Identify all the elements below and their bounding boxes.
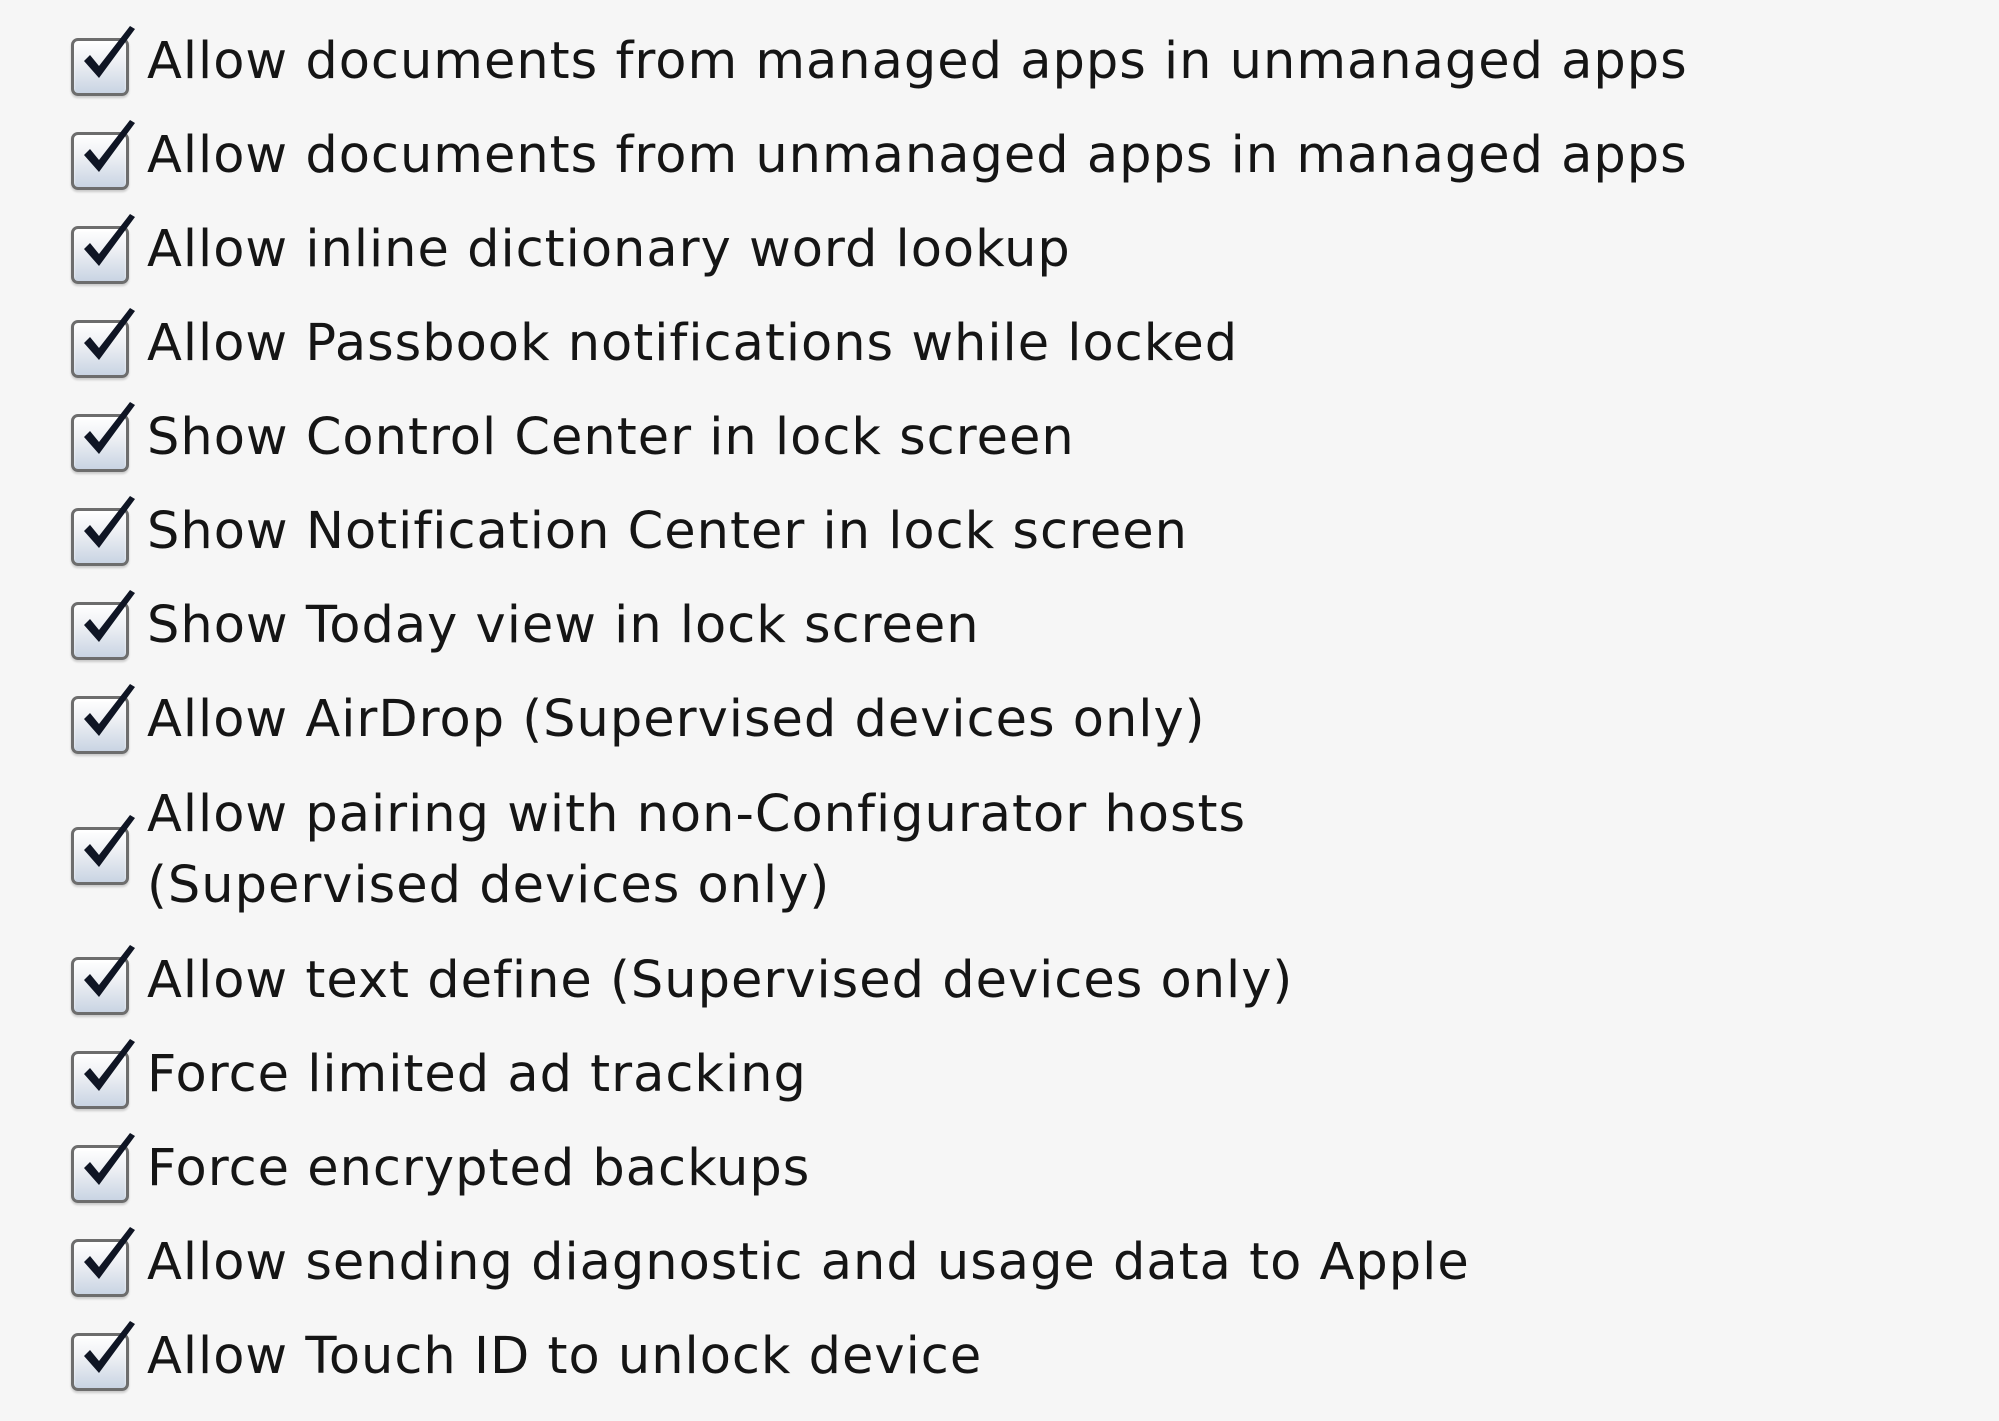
restrictions-panel: Allow documents from managed apps in unm… (0, 0, 1999, 1421)
checkmark-icon (84, 814, 135, 867)
checkbox[interactable] (71, 814, 135, 885)
option-label-line-2: (Supervised devices only) (147, 855, 831, 915)
checkbox[interactable] (71, 308, 135, 378)
checkmark-icon (84, 120, 135, 172)
checkbox[interactable] (71, 26, 135, 96)
option-label: Allow AirDrop (Supervised devices only) (147, 689, 1206, 749)
option-label: Show Control Center in lock screen (147, 407, 1075, 467)
option-label: Show Notification Center in lock screen (147, 501, 1188, 561)
option-label-line-1: Allow pairing with non-Configurator host… (147, 784, 1247, 844)
checkbox[interactable] (71, 214, 135, 284)
option-label: Allow Passbook notifications while locke… (147, 313, 1239, 373)
checkbox[interactable] (71, 945, 135, 1015)
option-label: Allow inline dictionary word lookup (147, 219, 1071, 279)
checkmark-icon (84, 308, 135, 360)
option-label: Force limited ad tracking (147, 1044, 807, 1104)
checkmark-icon (84, 1039, 135, 1091)
option-label: Allow pairing with non-Configurator host… (147, 779, 1347, 921)
checkbox[interactable] (71, 1321, 135, 1391)
checkbox[interactable] (71, 120, 135, 190)
checkmark-icon (84, 1133, 135, 1185)
checkmark-icon (84, 402, 135, 454)
checkmark-icon (84, 684, 135, 736)
option-label: Show Today view in lock screen (147, 595, 980, 655)
checkbox[interactable] (71, 402, 135, 472)
checkmark-icon (84, 590, 135, 642)
checkmark-icon (84, 214, 135, 266)
option-text-define[interactable]: Allow text define (Supervised devices on… (71, 933, 1688, 1027)
checkbox[interactable] (71, 496, 135, 566)
checkbox[interactable] (71, 590, 135, 660)
option-label: Force encrypted backups (147, 1138, 811, 1198)
option-limited-ad-tracking[interactable]: Force limited ad tracking (71, 1027, 1688, 1121)
option-managed-to-unmanaged-docs[interactable]: Allow documents from managed apps in unm… (71, 14, 1688, 108)
checkbox[interactable] (71, 1133, 135, 1203)
option-label: Allow Touch ID to unlock device (147, 1326, 983, 1386)
checkmark-icon (84, 496, 135, 548)
option-label: Allow sending diagnostic and usage data … (147, 1232, 1470, 1292)
option-today-view-lock-screen[interactable]: Show Today view in lock screen (71, 578, 1688, 672)
option-passbook-notifications[interactable]: Allow Passbook notifications while locke… (71, 296, 1688, 390)
option-pairing-non-configurator-hosts[interactable]: Allow pairing with non-Configurator host… (71, 766, 1688, 933)
checkmark-icon (84, 945, 135, 997)
checkbox[interactable] (71, 684, 135, 754)
checkmark-icon (84, 26, 135, 78)
option-airdrop[interactable]: Allow AirDrop (Supervised devices only) (71, 672, 1688, 766)
checkbox[interactable] (71, 1227, 135, 1297)
option-label: Allow documents from unmanaged apps in m… (147, 125, 1688, 185)
option-label: Allow documents from managed apps in unm… (147, 31, 1688, 91)
restrictions-list: Allow documents from managed apps in unm… (71, 14, 1688, 1403)
option-label: Allow text define (Supervised devices on… (147, 950, 1294, 1010)
option-unmanaged-to-managed-docs[interactable]: Allow documents from unmanaged apps in m… (71, 108, 1688, 202)
option-control-center-lock-screen[interactable]: Show Control Center in lock screen (71, 390, 1688, 484)
option-inline-dictionary[interactable]: Allow inline dictionary word lookup (71, 202, 1688, 296)
option-encrypted-backups[interactable]: Force encrypted backups (71, 1121, 1688, 1215)
option-touch-id-unlock[interactable]: Allow Touch ID to unlock device (71, 1309, 1688, 1403)
option-notification-center-lock-screen[interactable]: Show Notification Center in lock screen (71, 484, 1688, 578)
checkmark-icon (84, 1321, 135, 1373)
checkmark-icon (84, 1227, 135, 1279)
option-diagnostic-usage-data[interactable]: Allow sending diagnostic and usage data … (71, 1215, 1688, 1309)
checkbox[interactable] (71, 1039, 135, 1109)
